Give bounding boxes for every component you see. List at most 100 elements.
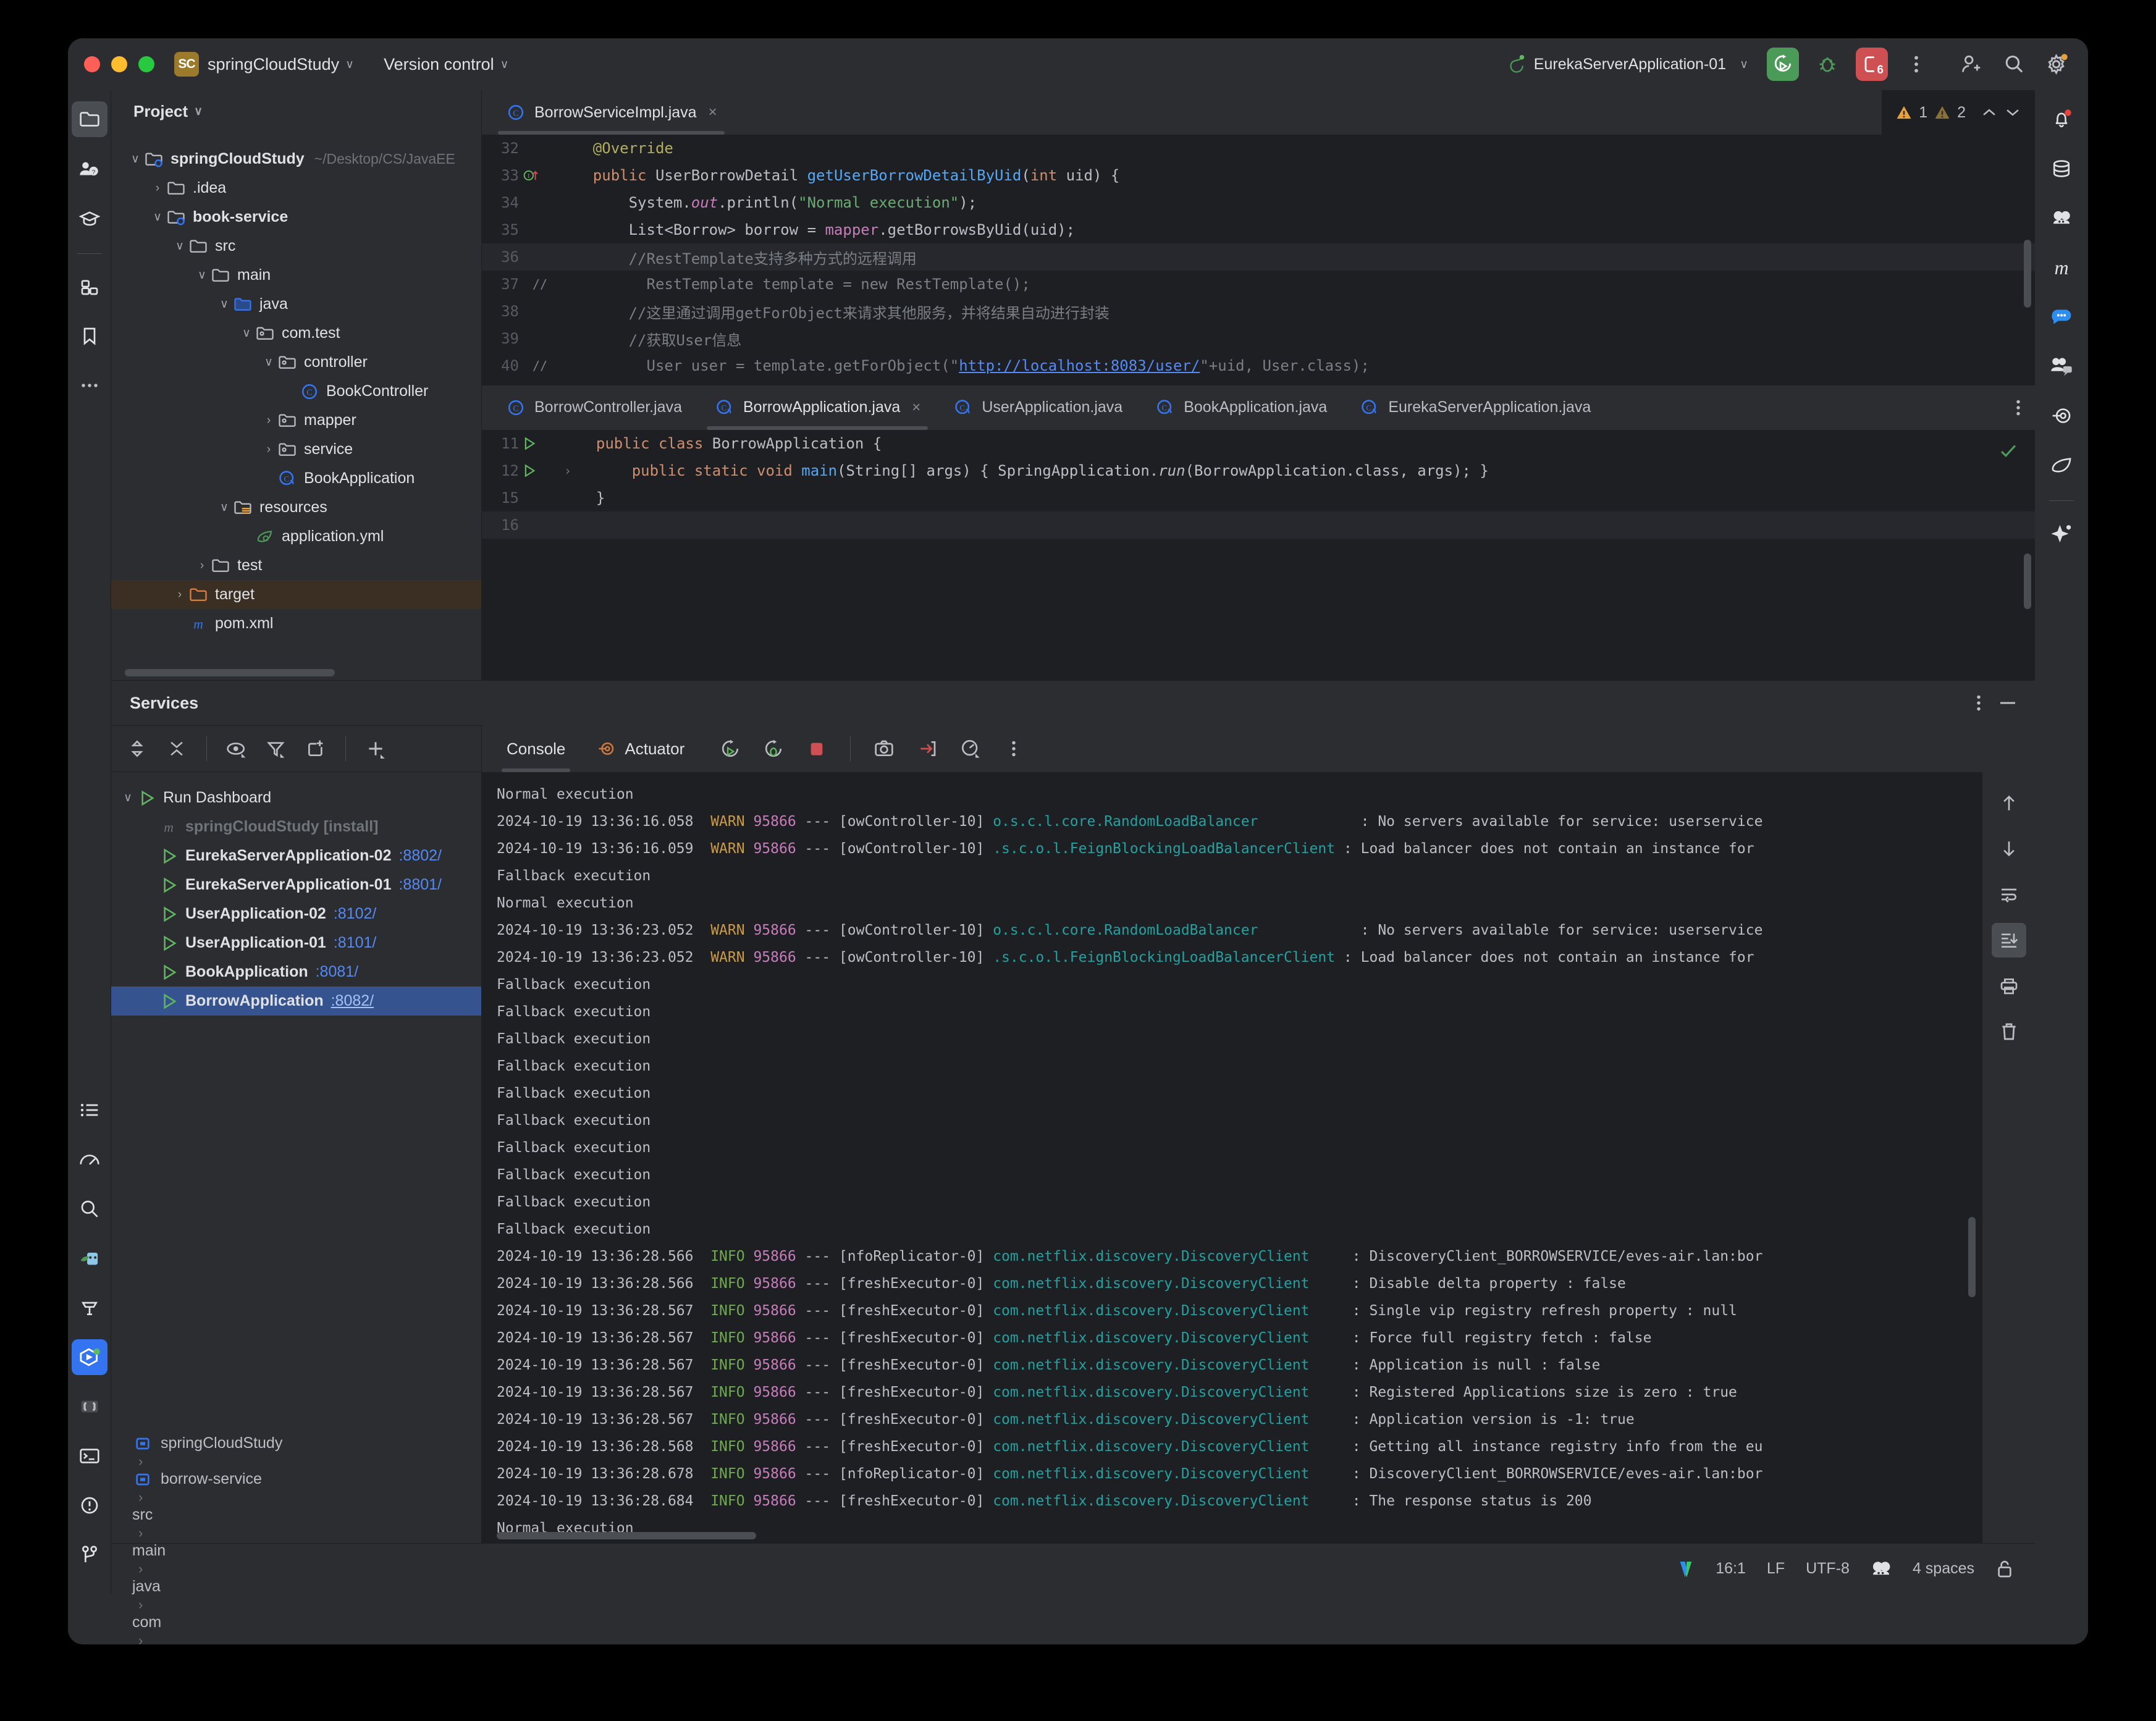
git-icon[interactable] xyxy=(72,1537,107,1573)
console-tab[interactable]: Actuator xyxy=(585,725,696,772)
database-icon[interactable] xyxy=(2044,151,2079,187)
chevron-down-icon[interactable]: ∨ xyxy=(216,297,232,311)
editor-tab[interactable]: CBorrowApplication.java× xyxy=(698,385,937,430)
breadcrumb[interactable]: springCloudStudy›borrow-service›src›main… xyxy=(132,1434,294,1644)
chevron-down-icon[interactable]: ∨ xyxy=(149,210,166,224)
project-tree-item[interactable]: ∨src xyxy=(111,232,481,261)
indent-setting[interactable]: 4 spaces xyxy=(1913,1560,1974,1578)
bookmarks-icon[interactable] xyxy=(72,318,107,354)
scroll-to-end-icon[interactable] xyxy=(1992,923,2026,957)
chevron-down-icon[interactable]: ∨ xyxy=(216,500,232,515)
rerun-debug-icon[interactable] xyxy=(756,731,791,766)
run-button[interactable] xyxy=(1767,48,1799,81)
rerun-icon[interactable] xyxy=(713,731,747,766)
actuator-icon[interactable] xyxy=(2044,398,2079,434)
chevron-right-icon[interactable]: › xyxy=(149,182,166,195)
ai-chat-icon[interactable] xyxy=(2044,299,2079,335)
project-tree-item[interactable]: ∨controller xyxy=(111,348,481,377)
chevron-right-icon[interactable]: › xyxy=(194,559,210,573)
project-tree-item[interactable]: CBookApplication xyxy=(111,464,481,493)
run-gutter-icon[interactable] xyxy=(523,464,557,478)
project-tree-item[interactable]: ∨main xyxy=(111,261,481,290)
scroll-up-icon[interactable] xyxy=(1992,786,2026,820)
problems-icon[interactable] xyxy=(72,1487,107,1523)
services-tree-item[interactable]: BorrowApplication:8082/ xyxy=(111,987,481,1016)
window-controls[interactable] xyxy=(84,56,154,72)
project-selector[interactable]: SC springCloudStudy ∨ xyxy=(174,52,359,77)
minimize-window-button[interactable] xyxy=(111,56,127,72)
learn-icon[interactable] xyxy=(72,200,107,236)
project-tree-item[interactable]: ∨resources xyxy=(111,493,481,522)
terminal-icon[interactable] xyxy=(72,1438,107,1474)
spring-icon[interactable] xyxy=(72,1240,107,1276)
structure-icon[interactable] xyxy=(72,269,107,305)
chevron-right-icon[interactable]: › xyxy=(261,443,277,457)
services-tree-item[interactable]: BookApplication:8081/ xyxy=(111,957,481,987)
soft-wrap-icon[interactable] xyxy=(1992,877,2026,912)
breadcrumb-item[interactable]: main xyxy=(132,1542,285,1560)
chevron-down-icon[interactable]: ∨ xyxy=(261,355,277,369)
editor-warning-indicator[interactable]: 12 xyxy=(1882,90,2035,135)
editor-tab-bar-bottom[interactable]: CBorrowController.javaCBorrowApplication… xyxy=(482,385,2035,430)
console-log[interactable]: Normal execution2024-10-19 13:36:16.058 … xyxy=(482,772,1982,1543)
run-gutter-icon[interactable] xyxy=(523,437,557,450)
chevron-right-icon[interactable]: › xyxy=(172,588,188,602)
service-port-link[interactable]: :8102/ xyxy=(334,905,377,923)
services-options-button[interactable] xyxy=(1976,694,1982,712)
service-port-link[interactable]: :8101/ xyxy=(334,934,377,952)
comment-marker[interactable]: // xyxy=(523,358,557,373)
services-icon[interactable] xyxy=(72,1339,107,1375)
project-icon[interactable] xyxy=(72,101,107,137)
project-tree-item[interactable]: ›test xyxy=(111,551,481,580)
add-icon[interactable] xyxy=(358,731,393,766)
breadcrumb-item[interactable]: com xyxy=(132,1614,285,1631)
debug-button[interactable] xyxy=(1813,49,1842,79)
lock-icon[interactable] xyxy=(1995,1559,2014,1579)
chevron-down-icon[interactable]: ∨ xyxy=(238,326,255,340)
project-tree-item[interactable]: ›target xyxy=(111,580,481,609)
editor-code-bottom[interactable]: 11 public class BorrowApplication {12› p… xyxy=(482,430,2035,681)
search-everywhere-button[interactable] xyxy=(1999,49,2029,79)
console-horizontal-scrollbar[interactable] xyxy=(497,1532,756,1539)
settings-button[interactable] xyxy=(2042,49,2072,79)
services-tree-item[interactable]: ∨Run Dashboard xyxy=(111,783,481,812)
screenshot-icon[interactable] xyxy=(867,731,901,766)
editor-more-tabs-button[interactable] xyxy=(2002,385,2035,430)
sparkle-icon[interactable] xyxy=(2044,516,2079,552)
caret-position[interactable]: 16:1 xyxy=(1716,1560,1746,1578)
project-tree-item[interactable]: mpom.xml xyxy=(111,609,481,638)
editor-tab[interactable]: CBorrowServiceImpl.java× xyxy=(489,90,733,135)
override-gutter-icon[interactable]: I xyxy=(523,168,557,183)
close-window-button[interactable] xyxy=(84,56,100,72)
service-port-link[interactable]: :8082/ xyxy=(331,992,374,1010)
console-tab-bar[interactable]: ConsoleActuator xyxy=(482,725,2035,772)
export-icon[interactable] xyxy=(910,731,945,766)
console-tab[interactable]: Console xyxy=(495,725,576,772)
find-icon[interactable] xyxy=(72,1191,107,1227)
comment-marker[interactable]: // xyxy=(523,277,557,292)
notifications-icon[interactable] xyxy=(2044,101,2079,137)
project-tree-item[interactable]: ›service xyxy=(111,435,481,464)
project-tree-item[interactable]: application.yml xyxy=(111,522,481,551)
debug-session-indicator[interactable]: 6 xyxy=(1856,48,1888,81)
next-error-button[interactable] xyxy=(2004,105,2021,120)
editor-tab-bar-top[interactable]: CBorrowServiceImpl.java× 12 xyxy=(482,90,2035,135)
breadcrumb-item[interactable]: springCloudStudy xyxy=(132,1434,285,1452)
profiler-icon[interactable] xyxy=(72,1142,107,1177)
show-hidden-icon[interactable] xyxy=(219,731,254,766)
team-icon[interactable] xyxy=(2044,348,2079,384)
run-configuration-selector[interactable]: EurekaServerApplication-01 ∨ xyxy=(1508,54,1753,75)
expand-collapse-icon[interactable] xyxy=(120,731,154,766)
project-tree-item[interactable]: ∨book-service xyxy=(111,203,481,232)
editor-tab[interactable]: CBookApplication.java xyxy=(1139,385,1343,430)
vcs-branch-icon[interactable] xyxy=(1677,1559,1695,1579)
line-separator[interactable]: LF xyxy=(1767,1560,1785,1578)
chevron-down-icon[interactable]: ∨ xyxy=(127,152,143,166)
services-tree[interactable]: ∨Run DashboardmspringCloudStudy [install… xyxy=(111,772,481,1016)
meet-new-icon[interactable]: ? xyxy=(72,151,107,187)
chevron-right-icon[interactable]: › xyxy=(261,414,277,427)
editor-tab[interactable]: CEurekaServerApplication.java xyxy=(1343,385,1607,430)
project-panel-header[interactable]: Project ∨ xyxy=(111,90,481,132)
more-actions-button[interactable] xyxy=(1901,49,1931,79)
console-vertical-scrollbar[interactable] xyxy=(1968,1217,1976,1297)
